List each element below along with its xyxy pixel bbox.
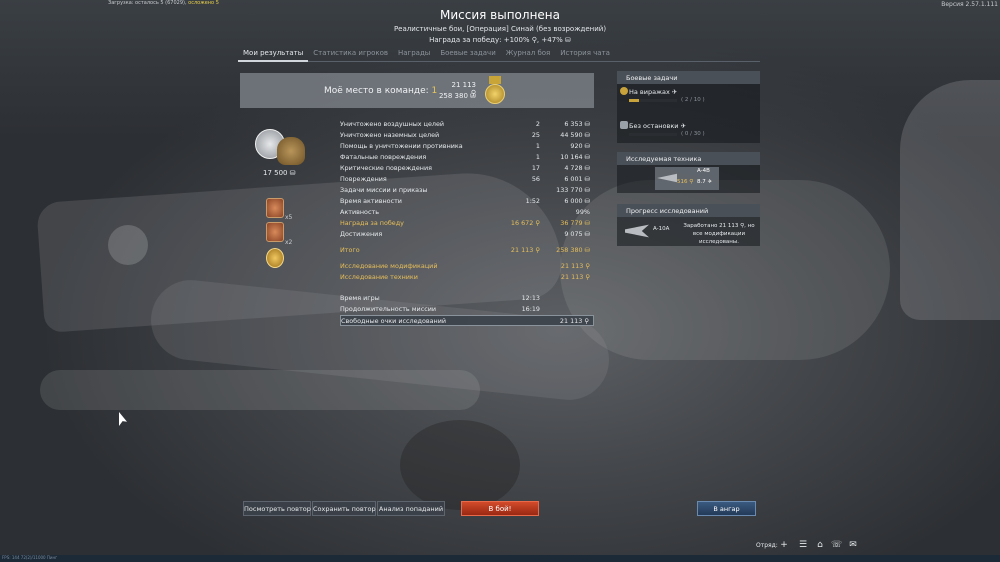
tab-awards[interactable]: Награды: [393, 46, 435, 62]
squad-icon[interactable]: ⌂: [815, 540, 825, 550]
table-row: Критические повреждения 17 4 728 ⛁: [340, 164, 590, 172]
task-progress: ( 0 / 30 ): [681, 131, 705, 137]
award-multiplier: x2: [285, 239, 293, 246]
table-row: Активность 99%: [340, 208, 590, 216]
table-row: Время активности 1:52 6 000 ⛁: [340, 197, 590, 205]
loot-value: 17 500 ⛁: [263, 169, 296, 177]
squad-label: Отряд:: [756, 542, 778, 549]
loading-text: Загрузка: осталось 5 (67029),: [108, 0, 187, 6]
page-title: Миссия выполнена: [439, 8, 560, 22]
chat-icon[interactable]: ☏: [831, 540, 842, 550]
place-silver-lions: 258 380 ⛁: [438, 92, 476, 100]
tab-battle-tasks[interactable]: Боевые задачи: [435, 46, 500, 62]
research-vehicle-name: A-10A: [653, 226, 670, 232]
victory-reward: Награда за победу: +100% ⚲, +47% ⛁: [429, 36, 571, 44]
results-table: Уничтожено воздушных целей 2 6 353 ⛁ Уничт…: [340, 119, 594, 326]
research-vehicle-title: Исследуемая техника: [617, 152, 760, 165]
aircraft-roundel-background: [108, 225, 148, 265]
aircraft-icon: [625, 224, 649, 238]
star-icon: [620, 87, 628, 95]
gold-award-icon: [266, 248, 284, 268]
table-row: Фатальные повреждения 1 10 164 ⛁: [340, 153, 590, 161]
money-bag-icon: [277, 137, 305, 165]
tab-my-results[interactable]: Мои результаты: [238, 46, 309, 62]
award-badge-icon: [266, 198, 284, 218]
landing-wheel-background: [400, 420, 520, 510]
task-progress-bar: [629, 133, 677, 136]
save-replay-button[interactable]: Сохранить повтор: [312, 501, 376, 516]
task-name: На виражах ✈: [629, 88, 678, 96]
team-place-box: Моё место в команде: 1 21 113 ⚲ 258 380 …: [240, 73, 594, 108]
battle-task-item[interactable]: На виражах ✈ ( 2 / 10 ): [617, 84, 760, 118]
wings-icon: [620, 121, 628, 129]
task-progress: ( 2 / 10 ): [681, 97, 705, 103]
vehicle-name: A-4B: [697, 168, 710, 174]
hit-analysis-button[interactable]: Анализ попаданий: [377, 501, 445, 516]
team-place-label: Моё место в команде: 1: [324, 86, 437, 96]
award-multiplier: x5: [285, 214, 293, 221]
vehicle-slot[interactable]: A-4B 516 ⚲ 8.7 ✈: [655, 167, 719, 190]
research-description: Заработано 21 113 ⚲, но все модификации …: [683, 223, 755, 245]
table-row: Уничтожено воздушных целей 2 6 353 ⛁: [340, 120, 590, 128]
research-progress-title: Прогресс исследований: [617, 204, 760, 217]
table-row: Награда за победу 16 672 ⚲ 36 779 ⛁: [340, 219, 590, 227]
status-bar: FPS: 144 72(2)/11000 Пинг: [0, 555, 1000, 562]
battle-tasks-panel: Боевые задачи На виражах ✈ ( 2 / 10 ) Бе…: [617, 71, 760, 143]
gold-medal-icon: [484, 76, 506, 106]
mail-icon[interactable]: ✉: [848, 540, 858, 550]
table-row: Задачи миссии и приказы 133 770 ⛁: [340, 186, 590, 194]
free-rp-row[interactable]: Свободные очки исследований 21 113 ⚲: [340, 315, 594, 326]
table-row: Помощь в уничтожении противника 1 920 ⛁: [340, 142, 590, 150]
mission-subtitle: Реалистичные бои, [Операция] Синай (без …: [393, 25, 607, 33]
aircraft-tail-background: [900, 80, 1000, 320]
task-name: Без остановки ✈: [629, 122, 687, 130]
to-battle-button[interactable]: В бой!: [461, 501, 539, 516]
vehicle-card[interactable]: A-4B 516 ⚲ 8.7 ✈: [617, 165, 760, 193]
battle-tasks-title: Боевые задачи: [617, 71, 760, 84]
vehicle-br: 8.7 ✈: [697, 179, 713, 185]
version-label: Версия 2.57.1.111: [941, 1, 998, 8]
loading-status: Загрузка: осталось 5 (67029), осложено 5: [108, 0, 219, 6]
vehicle-rp: 516 ⚲: [677, 179, 694, 185]
watch-replay-button[interactable]: Посмотреть повтор: [243, 501, 311, 516]
loading-ok: осложено 5: [188, 0, 219, 6]
tab-player-stats[interactable]: Статистика игроков: [308, 46, 393, 62]
loot-icon: [255, 127, 310, 172]
battle-task-item[interactable]: Без остановки ✈ ( 0 / 30 ): [617, 118, 760, 152]
table-row: Достижения 9 075 ⛁: [340, 230, 590, 238]
table-row: Продолжительность миссии 16:19: [340, 305, 540, 313]
tab-chat-history[interactable]: История чата: [555, 46, 615, 62]
list-icon[interactable]: ☰: [798, 540, 808, 550]
total-row: Итого 21 113 ⚲ 258 380 ⛁: [340, 246, 590, 254]
mouse-cursor-icon: [119, 412, 127, 426]
table-row: Уничтожено наземных целей 25 44 590 ⛁: [340, 131, 590, 139]
team-place-text: Моё место в команде:: [324, 86, 429, 96]
table-row: Исследование техники 21 113 ⚲: [340, 273, 590, 281]
research-vehicle-panel: Исследуемая техника A-4B 516 ⚲ 8.7 ✈: [617, 152, 760, 193]
research-progress-item: A-10A Заработано 21 113 ⚲, но все модифи…: [617, 217, 760, 247]
table-row: Время игры 12:13: [340, 294, 540, 302]
tab-battle-log[interactable]: Журнал боя: [501, 46, 556, 62]
results-tabs: Мои результаты Статистика игроков Наград…: [238, 46, 760, 62]
aircraft-icon: [657, 173, 677, 183]
task-progress-bar: [629, 99, 677, 102]
task-progress-fill: [629, 99, 639, 102]
plus-icon[interactable]: +: [779, 540, 789, 550]
award-badge-icon: [266, 222, 284, 242]
table-row: Исследование модификаций 21 113 ⚲: [340, 262, 590, 270]
bomb-background: [40, 370, 480, 410]
table-row: Повреждения 56 6 001 ⛁: [340, 175, 590, 183]
research-progress-panel: Прогресс исследований A-10A Заработано 2…: [617, 204, 760, 246]
to-hangar-button[interactable]: В ангар: [697, 501, 756, 516]
